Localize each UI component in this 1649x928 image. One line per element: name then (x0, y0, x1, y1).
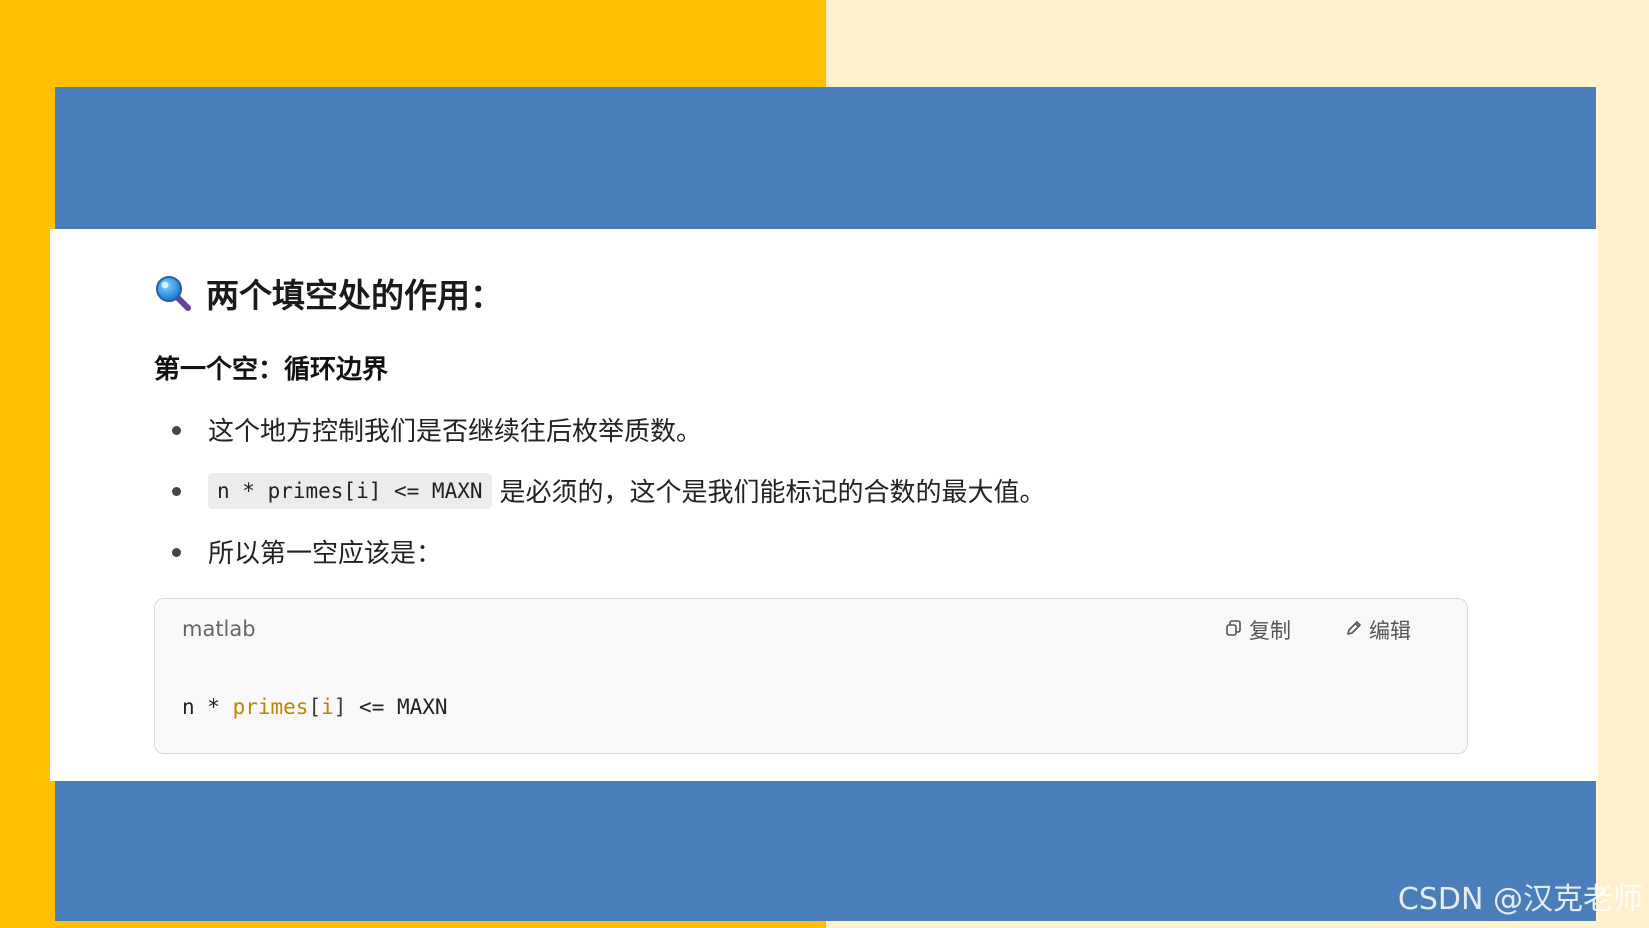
code-token: n * (182, 695, 233, 719)
list-item: n * primes[i] <= MAXN 是必须的，这个是我们能标记的合数的最… (154, 460, 1454, 521)
section-heading: 两个填空处的作用： (154, 269, 503, 317)
bullet-dot (172, 425, 181, 435)
code-content: n * primes[i] <= MAXN (182, 695, 448, 719)
bullet-dot (172, 547, 181, 557)
code-actions: 复制 编辑 (1225, 615, 1411, 645)
code-language-label: matlab (182, 617, 256, 641)
code-block: matlab 复制 编辑 n * primes[i] <= MAXN (154, 598, 1468, 754)
list-item: 这个地方控制我们是否继续往后枚举质数。 (154, 399, 1454, 460)
copy-icon (1225, 618, 1243, 642)
bullet-text: 这个地方控制我们是否继续往后枚举质数。 (208, 417, 703, 447)
code-token-bracket: [ (308, 695, 322, 719)
copy-label: 复制 (1249, 619, 1291, 643)
code-token-index: i (321, 695, 334, 719)
copy-button[interactable]: 复制 (1225, 615, 1291, 645)
edit-icon (1345, 618, 1363, 642)
list-item: 所以第一空应该是： (154, 521, 1454, 582)
slide-canvas: 两个填空处的作用： 第一个空：循环边界 这个地方控制我们是否继续往后枚举质数。 … (0, 0, 1649, 928)
background-yellow-strip (0, 0, 55, 928)
bullet-dot (172, 486, 181, 496)
code-token-function: primes (232, 695, 309, 719)
content-panel: 两个填空处的作用： 第一个空：循环边界 这个地方控制我们是否继续往后枚举质数。 … (50, 229, 1598, 781)
watermark: CSDN @汉克老师 (1397, 882, 1643, 917)
top-blue-band (55, 87, 1596, 229)
bullet-list: 这个地方控制我们是否继续往后枚举质数。 n * primes[i] <= MAX… (154, 399, 1454, 582)
bullet-text: 所以第一空应该是： (208, 539, 443, 569)
section-subtitle: 第一个空：循环边界 (154, 355, 389, 385)
magnifier-icon (154, 274, 192, 312)
code-token: <= MAXN (346, 695, 448, 719)
inline-code: n * primes[i] <= MAXN (208, 472, 492, 509)
edit-label: 编辑 (1369, 619, 1411, 643)
bullet-text: 是必须的，这个是我们能标记的合数的最大值。 (499, 478, 1046, 508)
edit-button[interactable]: 编辑 (1345, 615, 1411, 645)
page-title: 两个填空处的作用： (206, 276, 503, 315)
bottom-blue-band (55, 781, 1596, 921)
code-token-bracket: ] (333, 695, 347, 719)
